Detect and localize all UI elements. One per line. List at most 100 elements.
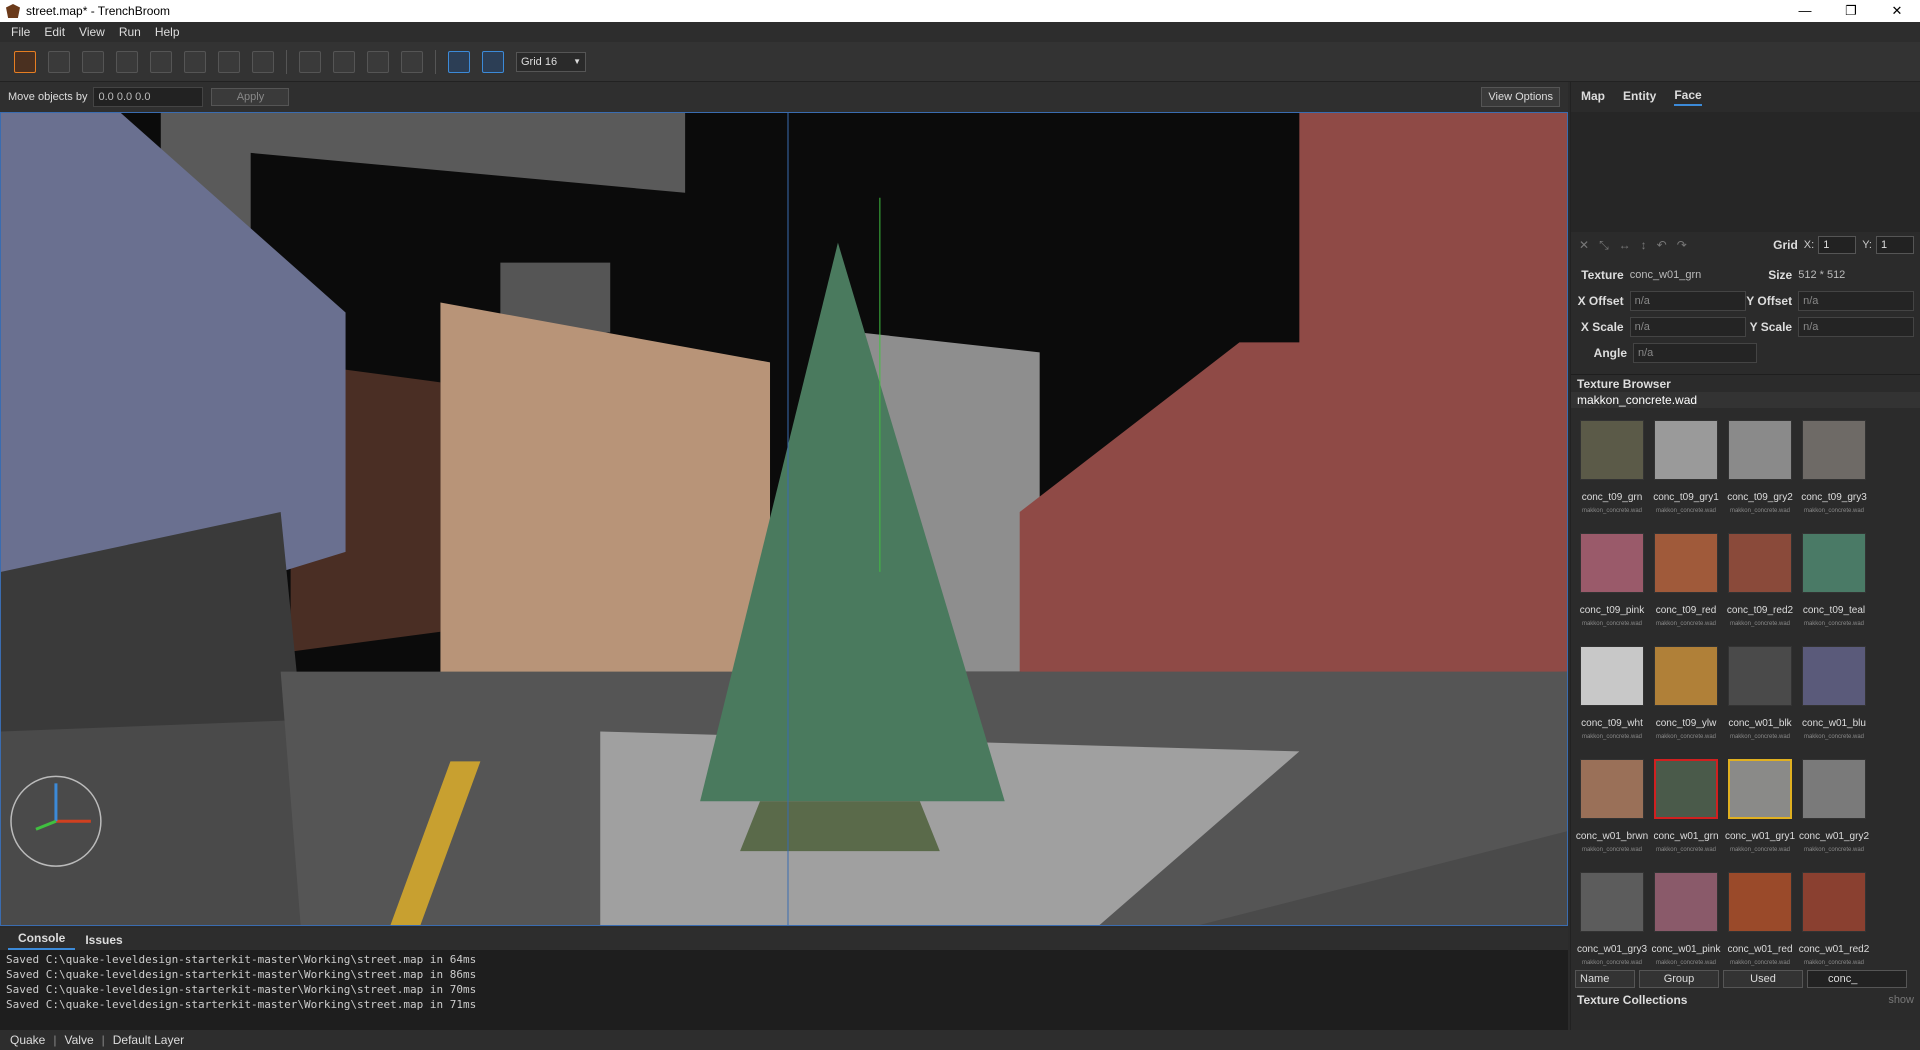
texture-tile[interactable]: conc_t09_pink makkon_concrete.wad [1575,523,1649,636]
console-line: Saved C:\quake-leveldesign-starterkit-ma… [6,983,477,996]
menu-file[interactable]: File [4,25,37,39]
shear-tool-icon[interactable] [299,50,321,73]
menu-help[interactable]: Help [148,25,187,39]
title-bar: street.map* - TrenchBroom — ❐ ✕ [0,0,1920,22]
flip-horizontal-icon[interactable] [367,50,389,73]
texture-wad-label: makkon_concrete.wad [1803,734,1865,740]
texture-tile[interactable]: conc_w01_gry3 makkon_concrete.wad [1575,862,1649,968]
edge-tool-icon[interactable] [150,50,172,73]
texture-search-input[interactable]: conc_ [1807,970,1907,988]
tab-face[interactable]: Face [1674,88,1702,106]
clip-tool-icon[interactable] [82,50,104,73]
uv-editor[interactable] [1571,112,1920,232]
texture-tile[interactable]: conc_t09_red2 makkon_concrete.wad [1723,523,1797,636]
texture-tile[interactable]: conc_t09_wht makkon_concrete.wad [1575,636,1649,749]
texture-wad-label: makkon_concrete.wad [1803,847,1865,853]
rotate-ccw-icon[interactable]: ↶ [1657,238,1667,252]
texture-tile[interactable]: conc_t09_gry3 makkon_concrete.wad [1797,410,1871,523]
reset-to-world-icon[interactable]: ⤡ [1599,238,1609,253]
texture-swatch [1802,872,1866,932]
move-objects-input[interactable]: 0.0 0.0 0.0 [93,87,204,107]
texture-wad-label: makkon_concrete.wad [1803,621,1865,627]
texture-swatch [1728,533,1792,593]
sort-select[interactable]: Name [1575,970,1635,988]
rotate-tool-icon[interactable] [218,50,240,73]
texture-name-label: conc_w01_red2 [1798,944,1870,955]
view-options-button[interactable]: View Options [1481,87,1560,107]
texture-wad-label: makkon_concrete.wad [1729,734,1791,740]
flip-v-icon[interactable]: ↕ [1641,238,1647,252]
texture-tile[interactable]: conc_t09_grn makkon_concrete.wad [1575,410,1649,523]
minimize-button[interactable]: — [1782,0,1828,22]
angle-field[interactable]: n/a [1633,343,1757,363]
texture-tile[interactable]: conc_w01_gry2 makkon_concrete.wad [1797,749,1871,862]
tab-map[interactable]: Map [1581,89,1605,105]
console-panel: Console Issues Saved C:\quake-leveldesig… [0,928,1568,1030]
menu-run[interactable]: Run [112,25,148,39]
inspector-panel: Map Entity Face ✕ ⤡ ↔ ↕ ↶ ↷ Grid X: 1 Y:… [1570,82,1920,1030]
x-offset-field[interactable]: n/a [1629,291,1746,311]
menu-bar: File Edit View Run Help [0,22,1920,42]
texture-name-label: conc_t09_gry1 [1653,492,1719,503]
tab-console[interactable]: Console [8,928,76,950]
show-collections-link[interactable]: show [1888,994,1914,1006]
group-button[interactable]: Group [1639,970,1719,988]
texture-wad-label: makkon_concrete.wad [1581,960,1643,966]
texture-tile[interactable]: conc_t09_red makkon_concrete.wad [1649,523,1723,636]
texture-wad-label: makkon_concrete.wad [1803,960,1865,966]
duplicate-icon[interactable] [333,50,355,73]
app-icon [6,4,20,18]
flip-vertical-icon[interactable] [401,50,423,73]
used-button[interactable]: Used [1723,970,1803,988]
scale-tool-icon[interactable] [252,50,274,73]
x-scale-field[interactable]: n/a [1629,317,1746,337]
texture-tile[interactable]: conc_w01_pink makkon_concrete.wad [1649,862,1723,968]
texture-tile[interactable]: conc_t09_gry1 makkon_concrete.wad [1649,410,1723,523]
texture-lock-icon[interactable] [448,50,470,73]
status-bar: Quake | Valve | Default Layer [0,1030,1920,1050]
menu-edit[interactable]: Edit [37,25,72,39]
maximize-button[interactable]: ❐ [1828,0,1874,22]
vertex-tool-icon[interactable] [116,50,138,73]
texture-name-label: conc_t09_grn [1581,492,1643,503]
flip-h-icon[interactable]: ↔ [1619,238,1631,252]
texture-browser-title: Texture Browser [1571,374,1920,392]
tab-entity[interactable]: Entity [1623,89,1656,105]
face-tool-icon[interactable] [184,50,206,73]
texture-tile[interactable]: conc_t09_ylw makkon_concrete.wad [1649,636,1723,749]
brush-tool-icon[interactable] [48,50,70,73]
menu-view[interactable]: View [72,25,112,39]
texture-wad-label: makkon_concrete.wad [1581,508,1643,514]
rotate-cw-icon[interactable]: ↷ [1677,238,1687,252]
tab-issues[interactable]: Issues [75,930,132,950]
texture-tile[interactable]: conc_w01_blu makkon_concrete.wad [1797,636,1871,749]
select-tool-icon[interactable] [14,50,36,73]
texture-tile[interactable]: conc_w01_red makkon_concrete.wad [1723,862,1797,968]
texture-wad-label: makkon_concrete.wad [1655,960,1717,966]
y-scale-field[interactable]: n/a [1798,317,1914,337]
grid-size-select[interactable]: Grid 16 [516,51,586,72]
3d-viewport[interactable] [0,112,1568,926]
console-log: Saved C:\quake-leveldesign-starterkit-ma… [0,950,1568,1014]
texture-tile[interactable]: conc_w01_brwn makkon_concrete.wad [1575,749,1649,862]
texture-tile[interactable]: conc_w01_blk makkon_concrete.wad [1723,636,1797,749]
apply-button[interactable]: Apply [211,88,290,106]
texture-name-label: conc_w01_pink [1651,944,1721,955]
texture-tile[interactable]: conc_t09_teal makkon_concrete.wad [1797,523,1871,636]
texture-wad-label: makkon_concrete.wad [1729,960,1791,966]
uv-grid-y-spinner[interactable]: 1 [1876,236,1914,254]
texture-name-label: conc_w01_red [1727,944,1793,955]
texture-tile[interactable]: conc_w01_red2 makkon_concrete.wad [1797,862,1871,968]
reset-icon[interactable]: ✕ [1579,238,1589,252]
y-offset-field[interactable]: n/a [1798,291,1914,311]
texture-name-label: conc_t09_gry2 [1727,492,1793,503]
uv-lock-icon[interactable] [482,50,504,73]
close-button[interactable]: ✕ [1874,0,1920,22]
texture-tile[interactable]: conc_t09_gry2 makkon_concrete.wad [1723,410,1797,523]
texture-filter-bar: Name Group Used conc_ [1571,968,1920,990]
texture-grid: conc_t09_grn makkon_concrete.wad conc_t09_… [1571,408,1920,968]
texture-tile[interactable]: conc_w01_grn makkon_concrete.wad [1649,749,1723,862]
texture-name-label: conc_t09_teal [1802,605,1866,616]
uv-grid-x-spinner[interactable]: 1 [1818,236,1857,254]
texture-tile[interactable]: conc_w01_gry1 makkon_concrete.wad [1723,749,1797,862]
